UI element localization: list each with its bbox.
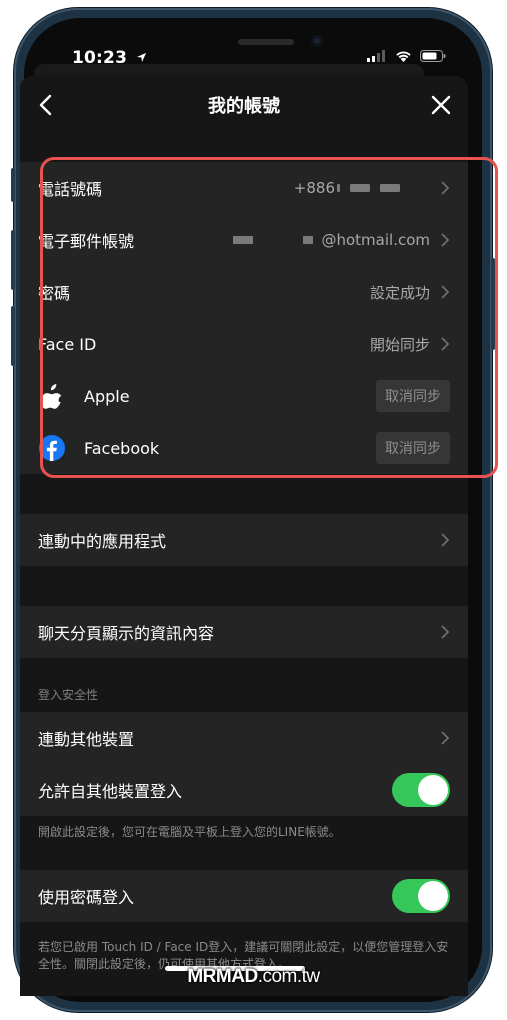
chat-info-value (430, 625, 450, 639)
redacted-block (350, 184, 370, 192)
battery-icon (420, 50, 446, 62)
apple-row: Apple 取消同步 (20, 370, 468, 422)
page-title: 我的帳號 (208, 96, 280, 117)
email-value: @hotmail.com (233, 231, 450, 249)
password-status: 設定成功 (369, 283, 430, 302)
face-id-value: 開始同步 (370, 334, 450, 355)
wifi-icon (396, 51, 411, 62)
linked-apps-value (430, 533, 450, 547)
facebook-row: Facebook 取消同步 (20, 422, 468, 474)
watermark-brand: MRMAD (187, 966, 258, 987)
face-id-row[interactable]: Face ID 開始同步 (20, 318, 468, 370)
account-sheet: 我的帳號 電話號碼 +886 電子郵件帳號 @hotmail.com 密碼 設定… (20, 76, 468, 996)
email-row[interactable]: 電子郵件帳號 @hotmail.com (20, 214, 468, 266)
face-id-status: 開始同步 (369, 335, 430, 354)
chat-info-group: 聊天分頁顯示的資訊內容 (20, 606, 468, 658)
allow-login-label: 允許自其他裝置登入 (38, 782, 183, 801)
password-login-toggle[interactable] (392, 879, 450, 913)
account-group: 電話號碼 +886 電子郵件帳號 @hotmail.com 密碼 設定成功 Fa… (20, 162, 468, 474)
volume-up-button (11, 230, 15, 290)
chat-info-row[interactable]: 聊天分頁顯示的資訊內容 (20, 606, 468, 658)
side-button (11, 168, 15, 202)
phone-number-row[interactable]: 電話號碼 +886 (20, 162, 468, 214)
allow-login-note: 開啟此設定後，您可在電腦及平板上登入您的LINE帳號。 (38, 825, 341, 839)
redacted-block (233, 236, 254, 244)
password-login-label: 使用密碼登入 (38, 888, 135, 907)
password-login-group: 使用密碼登入 (20, 870, 468, 922)
phone-number-label: 電話號碼 (38, 180, 103, 199)
chat-info-label: 聊天分頁顯示的資訊內容 (38, 624, 215, 643)
watermark: MRMAD.com.tw (0, 966, 507, 988)
linked-apps-group: 連動中的應用程式 (20, 514, 468, 566)
apple-unsync-button[interactable]: 取消同步 (376, 380, 450, 412)
facebook-logo-icon (38, 434, 66, 462)
chevron-right-icon (441, 731, 450, 745)
speaker-grille (238, 39, 294, 45)
chevron-right-icon (441, 533, 450, 547)
redacted-block (303, 236, 314, 244)
phone-number-value: +886 (294, 179, 450, 197)
password-label: 密碼 (38, 284, 71, 303)
power-button (491, 258, 495, 350)
apple-logo-icon (38, 382, 66, 410)
email-label: 電子郵件帳號 (38, 232, 135, 251)
phone-number-text: +886 (293, 179, 335, 197)
email-text: @hotmail.com (321, 231, 430, 249)
linked-apps-row[interactable]: 連動中的應用程式 (20, 514, 468, 566)
facebook-label: Facebook (84, 438, 160, 458)
cellular-signal-icon (367, 50, 385, 62)
chevron-right-icon (441, 285, 450, 299)
chevron-right-icon (441, 181, 450, 195)
allow-login-toggle[interactable] (392, 773, 450, 807)
face-id-label: Face ID (38, 334, 97, 354)
volume-down-button (11, 306, 15, 366)
apple-label: Apple (84, 386, 130, 406)
allow-login-row: 允許自其他裝置登入 (20, 764, 468, 816)
facebook-unsync-button[interactable]: 取消同步 (376, 432, 450, 464)
toggle-knob (418, 881, 448, 911)
watermark-suffix: .com.tw (257, 966, 320, 987)
password-row[interactable]: 密碼 設定成功 (20, 266, 468, 318)
chevron-right-icon (441, 233, 450, 247)
nav-bar: 我的帳號 (20, 76, 468, 132)
link-devices-row[interactable]: 連動其他裝置 (20, 712, 468, 764)
status-icons (367, 50, 446, 62)
close-icon[interactable] (428, 92, 454, 118)
password-value: 設定成功 (370, 282, 450, 303)
chevron-right-icon (441, 625, 450, 639)
redacted-block (337, 184, 340, 192)
location-arrow-icon (137, 52, 147, 63)
link-devices-label: 連動其他裝置 (38, 730, 135, 749)
login-security-header: 登入安全性 (38, 688, 99, 702)
front-camera (311, 35, 323, 47)
toggle-knob (418, 775, 448, 805)
login-security-group: 連動其他裝置 允許自其他裝置登入 (20, 712, 468, 816)
chevron-right-icon (441, 337, 450, 351)
password-login-row: 使用密碼登入 (20, 870, 468, 922)
link-devices-value (430, 731, 450, 745)
redacted-block (380, 184, 400, 192)
linked-apps-label: 連動中的應用程式 (38, 532, 167, 551)
